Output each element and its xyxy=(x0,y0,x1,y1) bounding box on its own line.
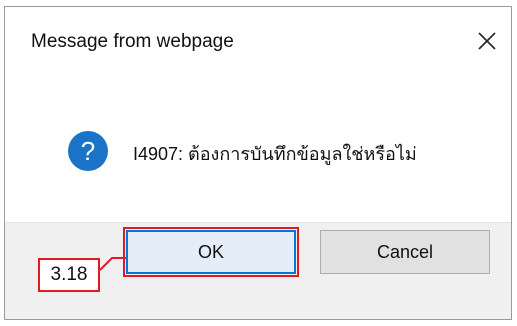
cancel-button[interactable]: Cancel xyxy=(320,230,490,274)
dialog-content: ? I4907: ต้องการบันทึกข้อมูลใช่หรือไม่ xyxy=(5,77,511,227)
dialog-message: I4907: ต้องการบันทึกข้อมูลใช่หรือไม่ xyxy=(133,144,417,164)
page: Message from webpage ? I4907: ต้องการบัน… xyxy=(0,0,517,326)
dialog-title: Message from webpage xyxy=(31,31,234,52)
dialog-titlebar: Message from webpage xyxy=(5,7,511,77)
svg-text:?: ? xyxy=(81,136,95,166)
ok-button[interactable]: OK xyxy=(123,227,299,277)
close-icon xyxy=(478,32,496,50)
step-annotation-label: 3.18 xyxy=(38,258,100,292)
question-icon: ? xyxy=(68,131,108,171)
close-button[interactable] xyxy=(473,27,501,55)
